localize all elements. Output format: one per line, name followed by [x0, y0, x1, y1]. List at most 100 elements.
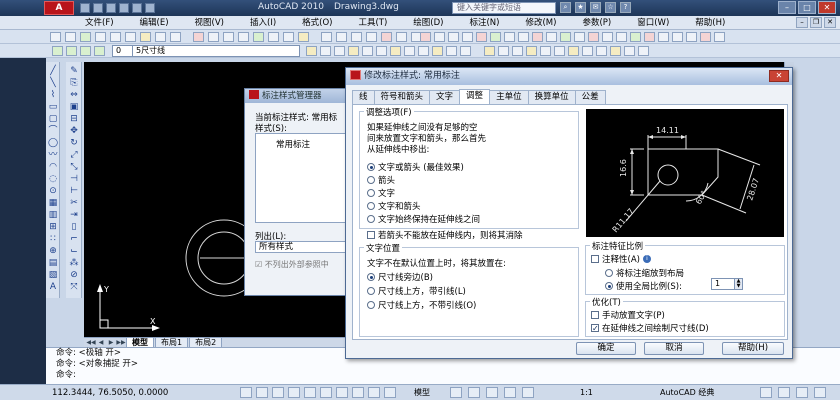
- global-scale-stepper[interactable]: 1 ▲ ▼: [711, 278, 743, 290]
- suppress-arrows-checkbox[interactable]: 若箭头不能放在延伸线内，则将其消除: [367, 229, 523, 241]
- toolbar-tool-icon[interactable]: [540, 46, 551, 56]
- status-toggle-icon[interactable]: [240, 387, 252, 398]
- modify-tool-icon[interactable]: ⌙: [69, 246, 79, 256]
- modify-tool-icon[interactable]: ⊘: [69, 270, 79, 280]
- toolbar-tool-icon[interactable]: [460, 46, 471, 56]
- toolbar-tool-icon[interactable]: [446, 46, 457, 56]
- radio-over-with-leader[interactable]: 尺寸线上方，带引线(L): [367, 285, 466, 297]
- draw-tool-icon[interactable]: ▢: [48, 114, 58, 124]
- toolbar-tool-icon[interactable]: [238, 32, 249, 42]
- toolbar-tool-icon[interactable]: [484, 46, 495, 56]
- doc-restore-button[interactable]: ❐: [810, 17, 822, 28]
- status-tray-icon[interactable]: [814, 387, 826, 398]
- toolbar-tool-icon[interactable]: [381, 32, 392, 42]
- toolbar-tool-icon[interactable]: [672, 32, 683, 42]
- draw-tool-icon[interactable]: ▤: [48, 258, 58, 268]
- toolbar-tool-icon[interactable]: [616, 32, 627, 42]
- menu-file[interactable]: 文件(F): [72, 16, 127, 29]
- subscription-icon[interactable]: ★: [575, 2, 586, 13]
- manual-placement-checkbox[interactable]: 手动放置文字(P): [591, 309, 665, 321]
- modify-tool-icon[interactable]: ⤧: [69, 282, 79, 292]
- redo-icon[interactable]: [132, 3, 142, 13]
- draw-tool-icon[interactable]: ╱: [48, 66, 58, 76]
- next-tab-arrow-icon[interactable]: ▶: [106, 339, 116, 347]
- doc-close-button[interactable]: ✕: [824, 17, 836, 28]
- draw-tool-icon[interactable]: ▦: [48, 198, 58, 208]
- annotation-scale[interactable]: 1:1: [580, 387, 593, 399]
- tab-text[interactable]: 文字: [429, 90, 461, 104]
- toolbar-tool-icon[interactable]: [404, 46, 415, 56]
- draw-tool-icon[interactable]: ⌇: [48, 90, 58, 100]
- status-tool-icon[interactable]: [468, 387, 480, 398]
- menu-window[interactable]: 窗口(W): [624, 16, 682, 29]
- toolbar-tool-icon[interactable]: [602, 32, 613, 42]
- toolbar-tool-icon[interactable]: [95, 32, 106, 42]
- toolbar-tool-icon[interactable]: [155, 32, 166, 42]
- toolbar-tool-icon[interactable]: [334, 46, 345, 56]
- toolbar-tool-icon[interactable]: [348, 46, 359, 56]
- info-icon[interactable]: i: [642, 255, 651, 263]
- radio-over-without-leader[interactable]: 尺寸线上方，不带引线(O): [367, 299, 476, 311]
- toolbar-tool-icon[interactable]: [518, 32, 529, 42]
- menu-parametric[interactable]: 参数(P): [569, 16, 624, 29]
- toolbar-tool-icon[interactable]: [65, 32, 76, 42]
- doc-minimize-button[interactable]: –: [796, 17, 808, 28]
- radio-global-scale[interactable]: 使用全局比例(S):: [605, 280, 682, 292]
- first-tab-arrow-icon[interactable]: ◀◀: [86, 339, 96, 347]
- modify-tool-icon[interactable]: ⤡: [69, 162, 79, 172]
- modify-tool-icon[interactable]: ⊟: [69, 114, 79, 124]
- draw-tool-icon[interactable]: ◯: [48, 138, 58, 148]
- radio-text[interactable]: 文字: [367, 187, 395, 199]
- autocad-logo[interactable]: A: [44, 1, 74, 15]
- tab-alternate-units[interactable]: 换算单位: [527, 90, 576, 104]
- status-tool-icon[interactable]: [486, 387, 498, 398]
- dialog-close-button[interactable]: ✕: [769, 70, 789, 82]
- toolbar-tool-icon[interactable]: [560, 32, 571, 42]
- toolbar-tool-icon[interactable]: [298, 32, 309, 42]
- draw-tool-icon[interactable]: 〰: [48, 150, 58, 160]
- toolbar-tool-icon[interactable]: [582, 46, 593, 56]
- draw-tool-icon[interactable]: ▧: [48, 270, 58, 280]
- status-tray-icon[interactable]: [796, 387, 808, 398]
- toolbar-tool-icon[interactable]: [268, 32, 279, 42]
- draw-tool-icon[interactable]: ∷: [48, 234, 58, 244]
- help-icon[interactable]: ?: [620, 2, 631, 13]
- styles-list[interactable]: 常用标注: [255, 133, 351, 223]
- coordinate-readout[interactable]: 112.3444, 76.5050, 0.0000: [52, 387, 168, 399]
- status-toggle-icon[interactable]: [336, 387, 348, 398]
- toolbar-tool-icon[interactable]: [283, 32, 294, 42]
- help-button[interactable]: 帮助(H): [722, 342, 784, 355]
- modify-tool-icon[interactable]: ⌐: [69, 234, 79, 244]
- search-input[interactable]: 键入关键字或短语: [452, 2, 556, 14]
- toolbar-tool-icon[interactable]: [588, 32, 599, 42]
- toolbar-tool-icon[interactable]: [512, 46, 523, 56]
- radio-text-or-arrows[interactable]: 文字或箭头 (最佳效果): [367, 161, 464, 173]
- tab-lines[interactable]: 线: [352, 90, 375, 104]
- list-item[interactable]: 常用标注: [256, 134, 350, 150]
- modify-tool-icon[interactable]: ⁂: [69, 258, 79, 268]
- status-toggle-icon[interactable]: [384, 387, 396, 398]
- workspace-switch[interactable]: AutoCAD 经典: [660, 387, 714, 399]
- toolbar-tool-icon[interactable]: [498, 46, 509, 56]
- draw-tool-icon[interactable]: ▭: [48, 102, 58, 112]
- xref-checkbox[interactable]: ☑ 不列出外部参照中: [255, 259, 329, 270]
- draw-tool-icon[interactable]: A: [48, 282, 58, 292]
- modify-tool-icon[interactable]: ▯: [69, 222, 79, 232]
- minimize-button[interactable]: –: [778, 1, 796, 14]
- toolbar-tool-icon[interactable]: [462, 32, 473, 42]
- toolbar-tool-icon[interactable]: [351, 32, 362, 42]
- toolbar-tool-icon[interactable]: [50, 32, 61, 42]
- ok-button[interactable]: 确定: [576, 342, 636, 355]
- toolbar-tool-icon[interactable]: [532, 32, 543, 42]
- toolbar-tool-icon[interactable]: [658, 32, 669, 42]
- search-icon[interactable]: ⌕: [560, 2, 571, 13]
- draw-tool-icon[interactable]: ⌒: [48, 126, 58, 136]
- radio-text-and-arrows[interactable]: 文字和箭头: [367, 200, 421, 212]
- modify-tool-icon[interactable]: ✥: [69, 126, 79, 136]
- toolbar-tool-icon[interactable]: [624, 46, 635, 56]
- communication-icon[interactable]: ✉: [590, 2, 601, 13]
- tab-layout2[interactable]: 布局2: [189, 337, 223, 348]
- modify-tool-icon[interactable]: ⇔: [69, 90, 79, 100]
- toolbar-tool-icon[interactable]: [432, 46, 443, 56]
- menu-modify[interactable]: 修改(M): [512, 16, 569, 29]
